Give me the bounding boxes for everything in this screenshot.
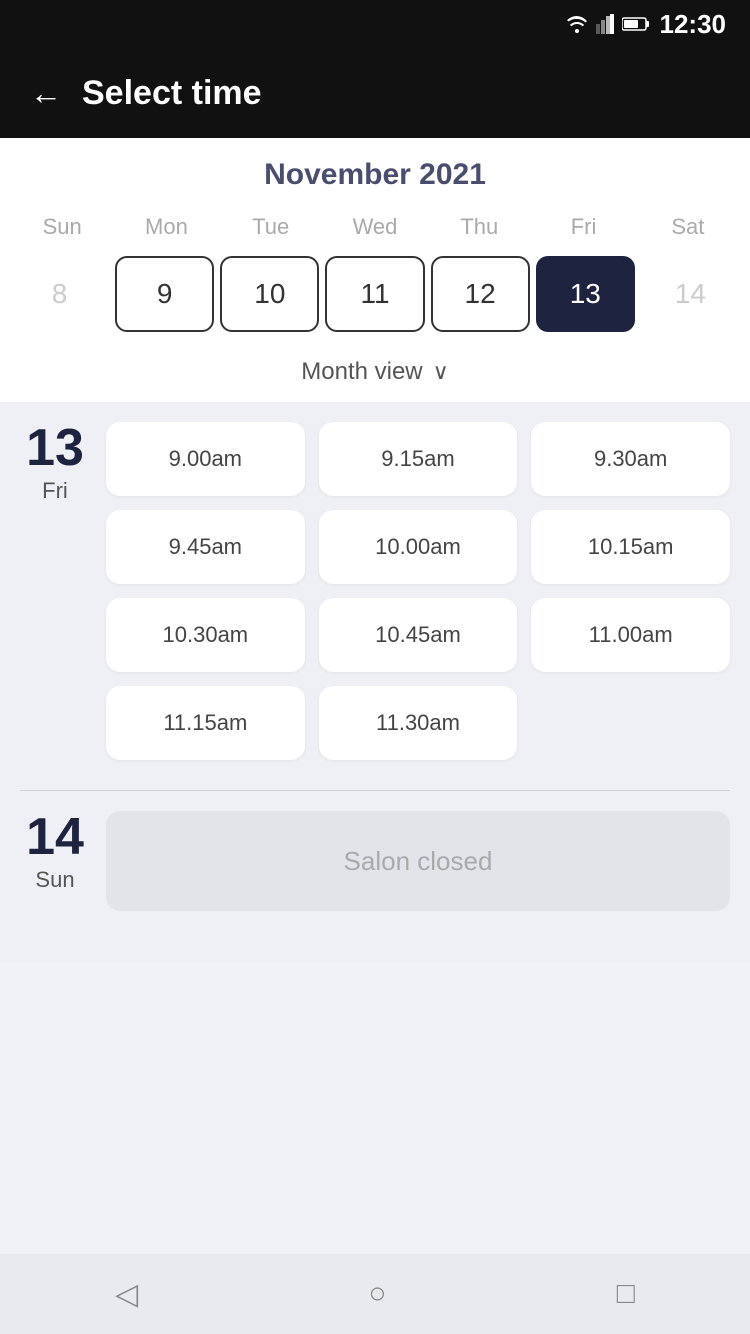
day-13-number: 13 bbox=[26, 422, 84, 474]
slot-1000am[interactable]: 10.00am bbox=[319, 510, 518, 584]
nav-home-icon[interactable]: ○ bbox=[368, 1277, 386, 1311]
slot-1030am[interactable]: 10.30am bbox=[106, 598, 305, 672]
nav-recents-icon[interactable]: □ bbox=[617, 1277, 635, 1311]
day-14-name: Sun bbox=[35, 867, 74, 893]
status-time: 12:30 bbox=[660, 9, 727, 40]
nav-back-icon[interactable]: ◁ bbox=[115, 1277, 138, 1312]
weekdays-row: Sun Mon Tue Wed Thu Fri Sat bbox=[0, 208, 750, 246]
time-section: 13 Fri 9.00am 9.15am 9.30am 9.45am 10.00… bbox=[0, 402, 750, 961]
day-13-label: 13 Fri bbox=[20, 422, 90, 760]
slot-1045am[interactable]: 10.45am bbox=[319, 598, 518, 672]
weekday-sun: Sun bbox=[10, 208, 114, 246]
day-14-block: 14 Sun Salon closed bbox=[20, 811, 730, 911]
day-12[interactable]: 12 bbox=[431, 256, 530, 332]
day-8[interactable]: 8 bbox=[10, 256, 109, 332]
calendar-section: November 2021 Sun Mon Tue Wed Thu Fri Sa… bbox=[0, 138, 750, 402]
day-9[interactable]: 9 bbox=[115, 256, 214, 332]
status-icons bbox=[566, 14, 650, 34]
page-title: Select time bbox=[82, 74, 262, 113]
wifi-icon bbox=[566, 15, 588, 33]
slot-1015am[interactable]: 10.15am bbox=[531, 510, 730, 584]
weekday-tue: Tue bbox=[219, 208, 323, 246]
days-row: 8 9 10 11 12 13 14 bbox=[0, 246, 750, 348]
nav-bar: ◁ ○ □ bbox=[0, 1254, 750, 1334]
day-10[interactable]: 10 bbox=[220, 256, 319, 332]
battery-icon bbox=[622, 16, 650, 32]
day-13-name: Fri bbox=[42, 478, 68, 504]
slot-1130am[interactable]: 11.30am bbox=[319, 686, 518, 760]
weekday-mon: Mon bbox=[114, 208, 218, 246]
day-13[interactable]: 13 bbox=[536, 256, 635, 332]
chevron-down-icon: ∨ bbox=[433, 359, 449, 385]
slot-915am[interactable]: 9.15am bbox=[319, 422, 518, 496]
slot-930am[interactable]: 9.30am bbox=[531, 422, 730, 496]
slot-900am[interactable]: 9.00am bbox=[106, 422, 305, 496]
app-header: ← Select time bbox=[0, 48, 750, 138]
section-divider bbox=[20, 790, 730, 791]
slot-945am[interactable]: 9.45am bbox=[106, 510, 305, 584]
weekday-sat: Sat bbox=[636, 208, 740, 246]
day-11[interactable]: 11 bbox=[325, 256, 424, 332]
weekday-fri: Fri bbox=[531, 208, 635, 246]
signal-icon bbox=[596, 14, 614, 34]
slot-1115am[interactable]: 11.15am bbox=[106, 686, 305, 760]
weekday-thu: Thu bbox=[427, 208, 531, 246]
slot-1100am[interactable]: 11.00am bbox=[531, 598, 730, 672]
day-14[interactable]: 14 bbox=[641, 256, 740, 332]
weekday-wed: Wed bbox=[323, 208, 427, 246]
day-13-block: 13 Fri 9.00am 9.15am 9.30am 9.45am 10.00… bbox=[20, 422, 730, 760]
month-year-label: November 2021 bbox=[0, 158, 750, 192]
day-14-label: 14 Sun bbox=[20, 811, 90, 911]
salon-closed-label: Salon closed bbox=[106, 811, 730, 911]
day-14-number: 14 bbox=[26, 811, 84, 863]
back-button[interactable]: ← bbox=[30, 77, 62, 109]
month-view-toggle[interactable]: Month view ∨ bbox=[0, 348, 750, 402]
day-13-slots: 9.00am 9.15am 9.30am 9.45am 10.00am 10.1… bbox=[106, 422, 730, 760]
status-bar: 12:30 bbox=[0, 0, 750, 48]
month-view-label: Month view bbox=[301, 358, 422, 386]
